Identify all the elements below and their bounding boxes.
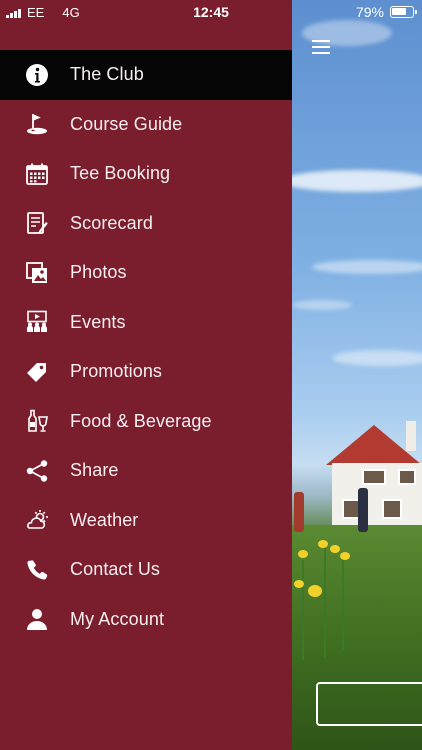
menu-item-my-account[interactable]: My Account [0, 595, 292, 645]
background-photo [292, 0, 422, 750]
food-beverage-icon [0, 409, 70, 433]
menu-item-label: Food & Beverage [70, 410, 212, 431]
menu-item-label: Scorecard [70, 212, 153, 233]
user-icon [0, 607, 70, 631]
phone-icon [0, 558, 70, 582]
menu-item-food-beverage[interactable]: Food & Beverage [0, 397, 292, 447]
battery-percent: 79% [355, 4, 384, 20]
menu-item-the-club[interactable]: The Club [0, 50, 292, 100]
menu-item-promotions[interactable]: Promotions [0, 347, 292, 397]
menu-item-label: The Club [70, 64, 144, 85]
menu-list: The Club Course Guide Tee Booking Scorec… [0, 50, 292, 644]
sidebar-menu: The Club Course Guide Tee Booking Scorec… [0, 0, 292, 750]
share-icon [0, 459, 70, 483]
menu-item-share[interactable]: Share [0, 446, 292, 496]
menu-item-weather[interactable]: Weather [0, 496, 292, 546]
overlay-box[interactable] [316, 682, 422, 726]
menu-item-label: Share [70, 460, 119, 481]
menu-item-events[interactable]: Events [0, 298, 292, 348]
menu-item-label: Photos [70, 262, 127, 283]
menu-item-label: Course Guide [70, 113, 183, 134]
menu-item-label: Contact Us [70, 559, 161, 580]
menu-item-label: Events [70, 311, 126, 332]
weather-icon [0, 508, 70, 532]
tag-icon [0, 360, 70, 384]
scorecard-icon [0, 211, 70, 235]
calendar-icon [0, 162, 70, 186]
battery-icon [390, 6, 417, 18]
menu-item-tee-booking[interactable]: Tee Booking [0, 149, 292, 199]
menu-item-label: Weather [70, 509, 139, 530]
clubhouse-image [326, 421, 422, 527]
info-icon [0, 63, 70, 87]
golf-flag-icon [0, 112, 70, 136]
menu-item-course-guide[interactable]: Course Guide [0, 100, 292, 150]
menu-item-photos[interactable]: Photos [0, 248, 292, 298]
status-bar: EE 4G 12:45 79% [0, 0, 422, 24]
photos-icon [0, 261, 70, 285]
hamburger-menu-icon[interactable] [312, 40, 330, 54]
events-icon [0, 310, 70, 334]
menu-item-label: My Account [70, 608, 165, 629]
menu-item-scorecard[interactable]: Scorecard [0, 199, 292, 249]
menu-item-label: Promotions [70, 361, 163, 382]
menu-item-label: Tee Booking [70, 163, 171, 184]
menu-item-contact-us[interactable]: Contact Us [0, 545, 292, 595]
